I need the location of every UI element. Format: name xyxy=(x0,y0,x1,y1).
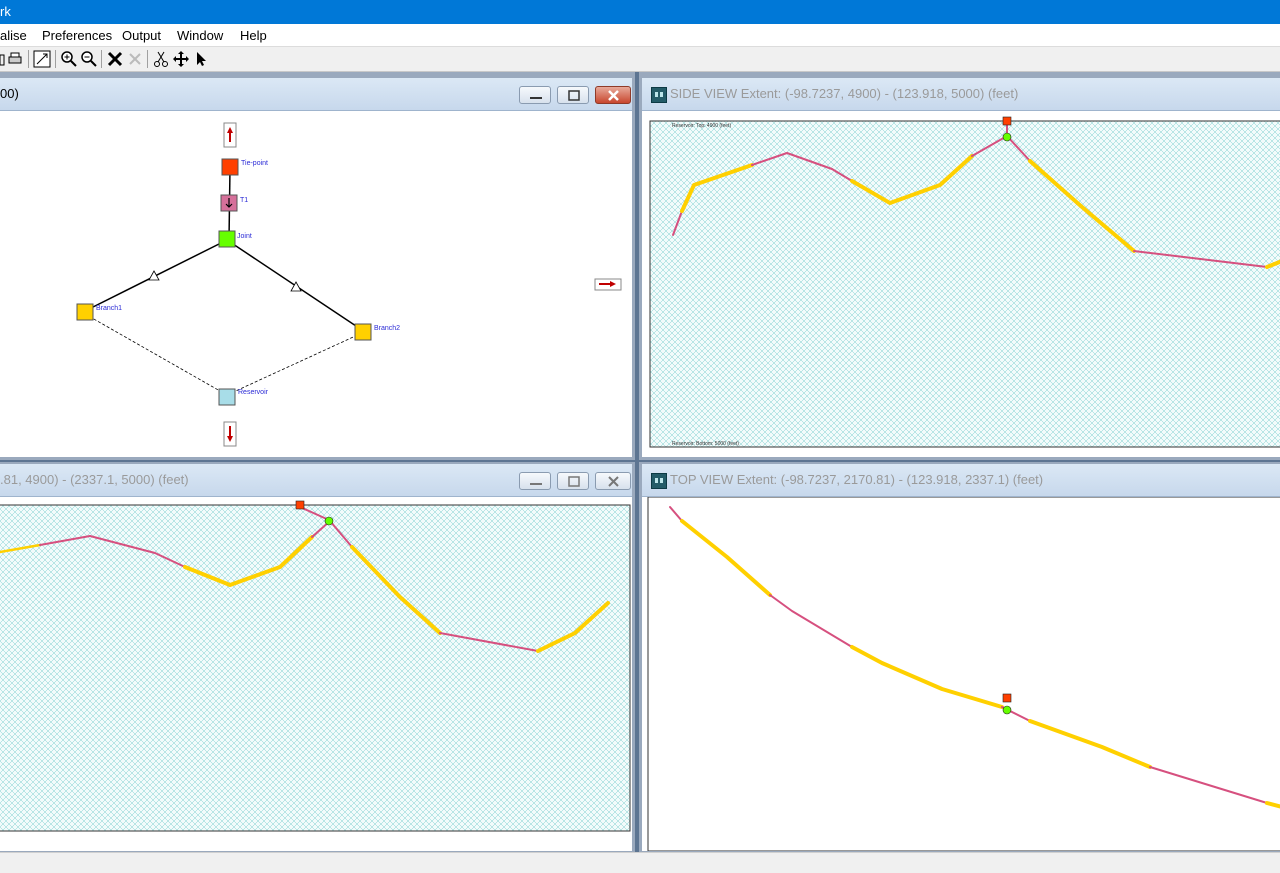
cut-icon[interactable] xyxy=(152,50,170,68)
network-window-title-bar[interactable]: 00) xyxy=(0,78,632,111)
print-icon[interactable] xyxy=(6,50,24,68)
move-icon[interactable] xyxy=(172,50,190,68)
top-view-title-bar[interactable]: TOP VIEW Extent: (-98.7237, 2170.81) - (… xyxy=(642,464,1280,497)
horizontal-splitter[interactable] xyxy=(0,460,1280,462)
section-view-canvas[interactable] xyxy=(0,497,632,851)
top-view-window[interactable]: TOP VIEW Extent: (-98.7237, 2170.81) - (… xyxy=(642,464,1280,851)
app-title: rk xyxy=(0,4,11,19)
top-view-canvas[interactable] xyxy=(642,497,1280,851)
tie-point-label: Tie-point xyxy=(241,160,268,167)
delete-icon[interactable] xyxy=(106,50,124,68)
close-button[interactable] xyxy=(595,86,631,104)
reservoir-area xyxy=(649,120,1280,448)
t1-label: T1 xyxy=(240,197,248,204)
joint-marker xyxy=(1002,705,1012,715)
menu-preferences[interactable]: Preferences xyxy=(42,28,112,43)
resize-icon[interactable] xyxy=(33,50,51,68)
top-view-title: TOP VIEW Extent: (-98.7237, 2170.81) - (… xyxy=(670,472,1044,487)
toolbar-separator xyxy=(101,50,102,68)
reservoir-node xyxy=(218,388,236,406)
app-title-bar: rk xyxy=(0,0,1280,24)
branch1-label: Branch1 xyxy=(96,305,122,312)
zoom-in-icon[interactable] xyxy=(60,50,78,68)
maximize-button[interactable] xyxy=(557,472,589,490)
branch1-node xyxy=(76,303,94,321)
maximize-button[interactable] xyxy=(557,86,589,104)
section-view-title-bar[interactable]: .81, 4900) - (2337.1, 5000) (feet) xyxy=(0,464,632,497)
vertical-splitter[interactable] xyxy=(635,72,639,852)
network-window[interactable]: 00) Tie-point T1 Joint Branch1 Branch2 R… xyxy=(0,78,632,457)
tie-point-marker xyxy=(1002,693,1012,703)
mdi-workspace: 00) Tie-point T1 Joint Branch1 Branch2 R… xyxy=(0,72,1280,852)
toolbar-separator xyxy=(55,50,56,68)
menu-window[interactable]: Window xyxy=(177,28,223,43)
side-view-window[interactable]: SIDE VIEW Extent: (-98.7237, 4900) - (12… xyxy=(642,78,1280,457)
menu-help[interactable]: Help xyxy=(240,28,267,43)
menu-bar: alise Preferences Output Window Help xyxy=(0,24,1280,47)
joint-marker xyxy=(1002,132,1012,142)
tie-point-node xyxy=(221,158,239,176)
pointer-icon[interactable] xyxy=(192,50,210,68)
side-view-canvas[interactable]: Reservoir: Top: 4900 (feet) Reservoir: B… xyxy=(642,111,1280,457)
window-app-icon xyxy=(651,473,667,489)
tie-point-marker xyxy=(1002,116,1012,126)
reservoir-area xyxy=(0,504,631,832)
reservoir-bottom-label: Reservoir: Bottom: 5000 (feet) xyxy=(672,441,739,447)
window-app-icon xyxy=(651,87,667,103)
reservoir-label: Reservoir xyxy=(238,389,269,396)
network-diagram[interactable]: Tie-point T1 Joint Branch1 Branch2 Reser… xyxy=(0,111,632,457)
branch2-node xyxy=(354,323,372,341)
toolbar-separator xyxy=(147,50,148,68)
joint-label: Joint xyxy=(237,233,252,240)
menu-visualise[interactable]: alise xyxy=(0,28,27,43)
minimize-button[interactable] xyxy=(519,86,551,104)
side-view-title: SIDE VIEW Extent: (-98.7237, 4900) - (12… xyxy=(670,86,1019,101)
delete-disabled-icon xyxy=(129,53,141,65)
section-view-title: .81, 4900) - (2337.1, 5000) (feet) xyxy=(0,472,189,487)
menu-output[interactable]: Output xyxy=(122,28,161,43)
right-arrow-icon xyxy=(594,278,622,291)
status-bar xyxy=(0,852,1280,873)
down-arrow-icon xyxy=(223,421,237,447)
joint-marker xyxy=(324,516,334,526)
branch2-label: Branch2 xyxy=(374,325,400,332)
reservoir-top-label: Reservoir: Top: 4900 (feet) xyxy=(672,123,731,129)
side-view-title-bar[interactable]: SIDE VIEW Extent: (-98.7237, 4900) - (12… xyxy=(642,78,1280,111)
close-button[interactable] xyxy=(595,472,631,490)
network-window-title: 00) xyxy=(0,86,19,101)
zoom-out-icon[interactable] xyxy=(80,50,98,68)
minimize-button[interactable] xyxy=(519,472,551,490)
toolbar xyxy=(0,47,1280,72)
joint-node xyxy=(218,230,236,248)
tie-point-marker xyxy=(295,500,305,510)
up-arrow-icon xyxy=(223,122,237,148)
section-view-window[interactable]: .81, 4900) - (2337.1, 5000) (feet) xyxy=(0,464,632,851)
toolbar-separator xyxy=(28,50,29,68)
